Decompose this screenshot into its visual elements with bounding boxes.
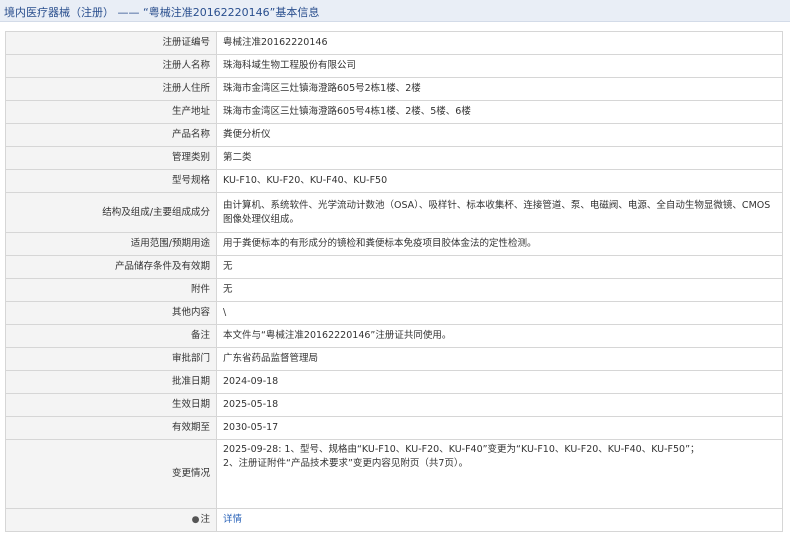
change-line-2: 2、注册证附件“产品技术要求”变更内容见附页（共7页）。 bbox=[223, 458, 469, 469]
table-row: 审批部门 广东省药品监督管理局 bbox=[5, 347, 783, 371]
table-row: 适用范围/预期用途 用于粪便标本的有形成分的镜检和粪便标本免疫项目胶体金法的定性… bbox=[5, 232, 783, 256]
row-label: 生产地址 bbox=[5, 100, 217, 124]
row-label: 生效日期 bbox=[5, 393, 217, 417]
table-row: 产品储存条件及有效期 无 bbox=[5, 255, 783, 279]
note-value: 详情 bbox=[216, 508, 783, 532]
details-link[interactable]: 详情 bbox=[223, 514, 242, 525]
row-value: 广东省药品监督管理局 bbox=[216, 347, 783, 371]
row-label: 批准日期 bbox=[5, 370, 217, 394]
table-row: 其他内容 \ bbox=[5, 301, 783, 325]
table-row: 产品名称 粪便分析仪 bbox=[5, 123, 783, 147]
row-label: 注册人住所 bbox=[5, 77, 217, 101]
row-label: 结构及组成/主要组成成分 bbox=[5, 192, 217, 233]
row-value: 2024-09-18 bbox=[216, 370, 783, 394]
change-label: 变更情况 bbox=[5, 439, 217, 509]
row-value: 珠海市金湾区三灶镇海澄路605号4栋1楼、2楼、5楼、6楼 bbox=[216, 100, 783, 124]
table-row: 结构及组成/主要组成成分 由计算机、系统软件、光学流动计数池（OSA）、吸样针、… bbox=[5, 192, 783, 233]
row-value: 本文件与“粤械注准20162220146”注册证共同使用。 bbox=[216, 324, 783, 348]
change-row: 变更情况 2025-09-28: 1、型号、规格由“KU-F10、KU-F20、… bbox=[5, 439, 783, 509]
change-value: 2025-09-28: 1、型号、规格由“KU-F10、KU-F20、KU-F4… bbox=[216, 439, 783, 509]
table-row: 有效期至 2030-05-17 bbox=[5, 416, 783, 440]
row-label: 适用范围/预期用途 bbox=[5, 232, 217, 256]
note-icon: ● bbox=[191, 515, 200, 525]
table-row: 生效日期 2025-05-18 bbox=[5, 393, 783, 417]
table-row: 生产地址 珠海市金湾区三灶镇海澄路605号4栋1楼、2楼、5楼、6楼 bbox=[5, 100, 783, 124]
table-row: 备注 本文件与“粤械注准20162220146”注册证共同使用。 bbox=[5, 324, 783, 348]
row-value: 珠海科域生物工程股份有限公司 bbox=[216, 54, 783, 78]
row-value: 2025-05-18 bbox=[216, 393, 783, 417]
row-value: 第二类 bbox=[216, 146, 783, 170]
row-label: 备注 bbox=[5, 324, 217, 348]
row-value: 用于粪便标本的有形成分的镜检和粪便标本免疫项目胶体金法的定性检测。 bbox=[216, 232, 783, 256]
table-row: 管理类别 第二类 bbox=[5, 146, 783, 170]
row-label: 审批部门 bbox=[5, 347, 217, 371]
row-value: 粪便分析仪 bbox=[216, 123, 783, 147]
row-value: 由计算机、系统软件、光学流动计数池（OSA）、吸样针、标本收集杯、连接管道、泵、… bbox=[216, 192, 783, 233]
info-table: 注册证编号 粤械注准20162220146 注册人名称 珠海科域生物工程股份有限… bbox=[5, 31, 783, 532]
table-row: 附件 无 bbox=[5, 278, 783, 302]
row-value: KU-F10、KU-F20、KU-F40、KU-F50 bbox=[216, 169, 783, 193]
row-label: 其他内容 bbox=[5, 301, 217, 325]
note-row: ●注 详情 bbox=[5, 508, 783, 532]
row-label: 注册证编号 bbox=[5, 31, 217, 55]
row-label: 附件 bbox=[5, 278, 217, 302]
row-label: 产品名称 bbox=[5, 123, 217, 147]
row-label: 型号规格 bbox=[5, 169, 217, 193]
table-row: 注册人名称 珠海科域生物工程股份有限公司 bbox=[5, 54, 783, 78]
row-label: 有效期至 bbox=[5, 416, 217, 440]
row-value: \ bbox=[216, 301, 783, 325]
table-row: 批准日期 2024-09-18 bbox=[5, 370, 783, 394]
page-title: 境内医疗器械（注册） —— “粤械注准20162220146”基本信息 bbox=[4, 6, 320, 19]
page-header: 境内医疗器械（注册） —— “粤械注准20162220146”基本信息 bbox=[0, 0, 790, 22]
table-row: 注册证编号 粤械注准20162220146 bbox=[5, 31, 783, 55]
row-label: 管理类别 bbox=[5, 146, 217, 170]
row-value: 粤械注准20162220146 bbox=[216, 31, 783, 55]
row-value: 无 bbox=[216, 255, 783, 279]
note-label-cell: ●注 bbox=[5, 508, 217, 532]
row-value: 珠海市金湾区三灶镇海澄路605号2栋1楼、2楼 bbox=[216, 77, 783, 101]
change-line-1: 2025-09-28: 1、型号、规格由“KU-F10、KU-F20、KU-F4… bbox=[223, 444, 700, 455]
table-row: 型号规格 KU-F10、KU-F20、KU-F40、KU-F50 bbox=[5, 169, 783, 193]
note-label: 注 bbox=[200, 514, 210, 525]
row-value: 2030-05-17 bbox=[216, 416, 783, 440]
row-label: 注册人名称 bbox=[5, 54, 217, 78]
table-row: 注册人住所 珠海市金湾区三灶镇海澄路605号2栋1楼、2楼 bbox=[5, 77, 783, 101]
row-label: 产品储存条件及有效期 bbox=[5, 255, 217, 279]
row-value: 无 bbox=[216, 278, 783, 302]
